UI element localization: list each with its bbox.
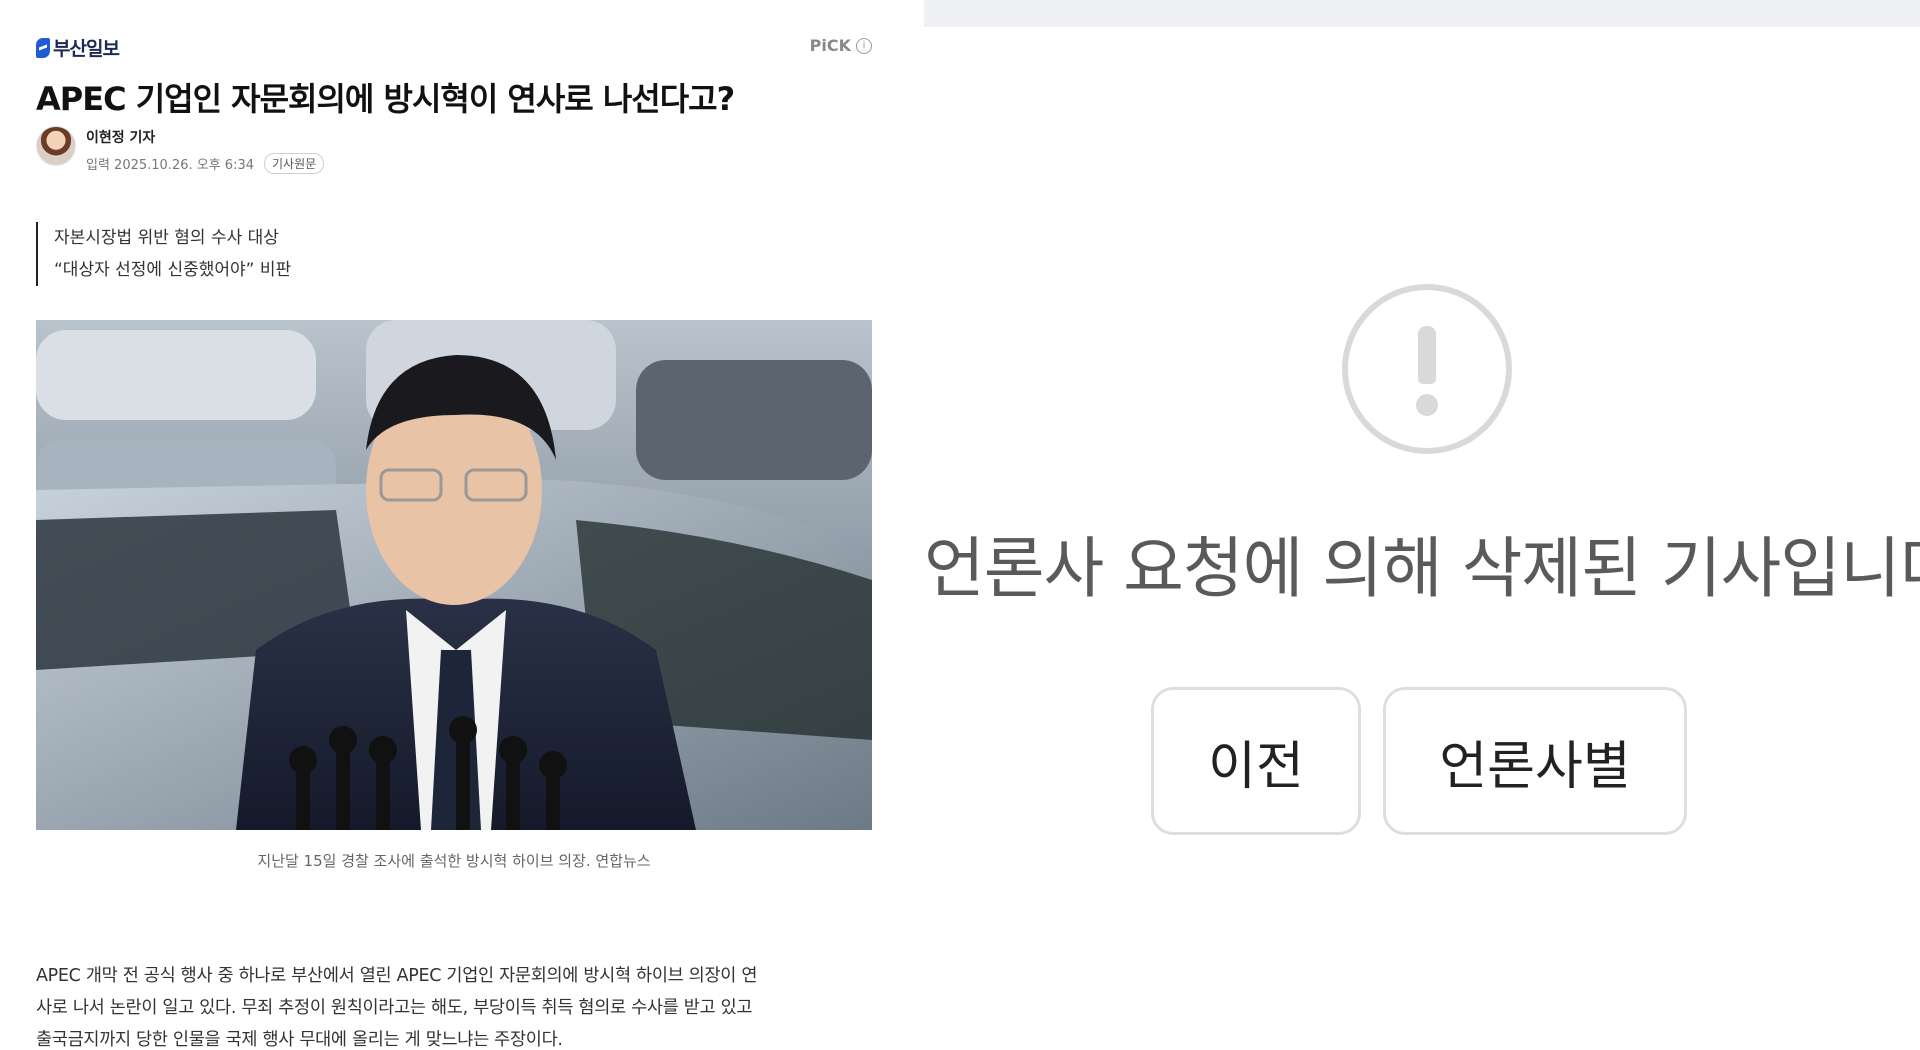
article-panel: 부산일보 PiCK i APEC 기업인 자문회의에 방시혁이 연사로 나선다고… bbox=[0, 0, 924, 1050]
article-headline: APEC 기업인 자문회의에 방시혁이 연사로 나선다고? bbox=[36, 80, 735, 118]
publish-date: 입력 2025.10.26. 오후 6:34 bbox=[86, 158, 254, 173]
exclamation-dot bbox=[1416, 394, 1438, 416]
exclamation-bar bbox=[1418, 326, 1436, 384]
screen: 부산일보 PiCK i APEC 기업인 자문회의에 방시혁이 연사로 나선다고… bbox=[0, 0, 1920, 1050]
byline-text: 이현정 기자 입력 2025.10.26. 오후 6:34 기사원문 bbox=[86, 126, 325, 174]
body-line: 출국금지까지 당한 인물을 국제 행사 무대에 올리는 게 맞느냐는 주장이다. bbox=[36, 1030, 563, 1050]
prev-button[interactable]: 이전 bbox=[1151, 687, 1361, 835]
top-strip bbox=[924, 0, 1920, 27]
article-photo bbox=[36, 320, 872, 830]
subtitle-line: 자본시장법 위반 혐의 수사 대상 bbox=[54, 228, 279, 248]
info-icon[interactable]: i bbox=[856, 37, 872, 54]
pick-label: PiCK bbox=[809, 36, 851, 55]
reporter-avatar[interactable] bbox=[36, 126, 76, 166]
press-name: 부산일보 bbox=[53, 38, 120, 60]
deleted-notice-panel: 언론사 요청에 의해 삭제된 기사입니다. 이전 언론사별 bbox=[924, 0, 1920, 1050]
pick-badge: PiCK i bbox=[810, 36, 872, 55]
body-line: APEC 개막 전 공식 행사 중 하나로 부산에서 열린 APEC 기업인 자… bbox=[36, 966, 758, 986]
subtitle-line: “대상자 선정에 신중했어야” 비판 bbox=[54, 260, 292, 280]
body-line: 사로 나서 논란이 일고 있다. 무죄 추정이 원칙이라고는 해도, 부당이득 … bbox=[36, 998, 753, 1018]
exclamation-circle-icon bbox=[1342, 284, 1512, 454]
byline: 이현정 기자 입력 2025.10.26. 오후 6:34 기사원문 bbox=[36, 126, 325, 174]
reporter-name[interactable]: 이현정 기자 bbox=[86, 127, 324, 147]
photo-caption: 지난달 15일 경찰 조사에 출석한 방시혁 하이브 의장. 연합뉴스 bbox=[257, 852, 651, 870]
press-logo-icon bbox=[36, 37, 50, 58]
article-subtitle: 자본시장법 위반 혐의 수사 대상 “대상자 선정에 신중했어야” 비판 bbox=[36, 222, 291, 286]
article-body: APEC 개막 전 공식 행사 중 하나로 부산에서 열린 APEC 기업인 자… bbox=[36, 960, 872, 1050]
date-row: 입력 2025.10.26. 오후 6:34 기사원문 bbox=[86, 153, 325, 174]
press-logo[interactable]: 부산일보 bbox=[36, 34, 120, 61]
press-list-button[interactable]: 언론사별 bbox=[1383, 687, 1687, 835]
photo-illustration bbox=[36, 320, 872, 830]
original-article-button[interactable]: 기사원문 bbox=[264, 153, 325, 174]
deleted-message: 언론사 요청에 의해 삭제된 기사입니다. bbox=[924, 530, 1920, 607]
